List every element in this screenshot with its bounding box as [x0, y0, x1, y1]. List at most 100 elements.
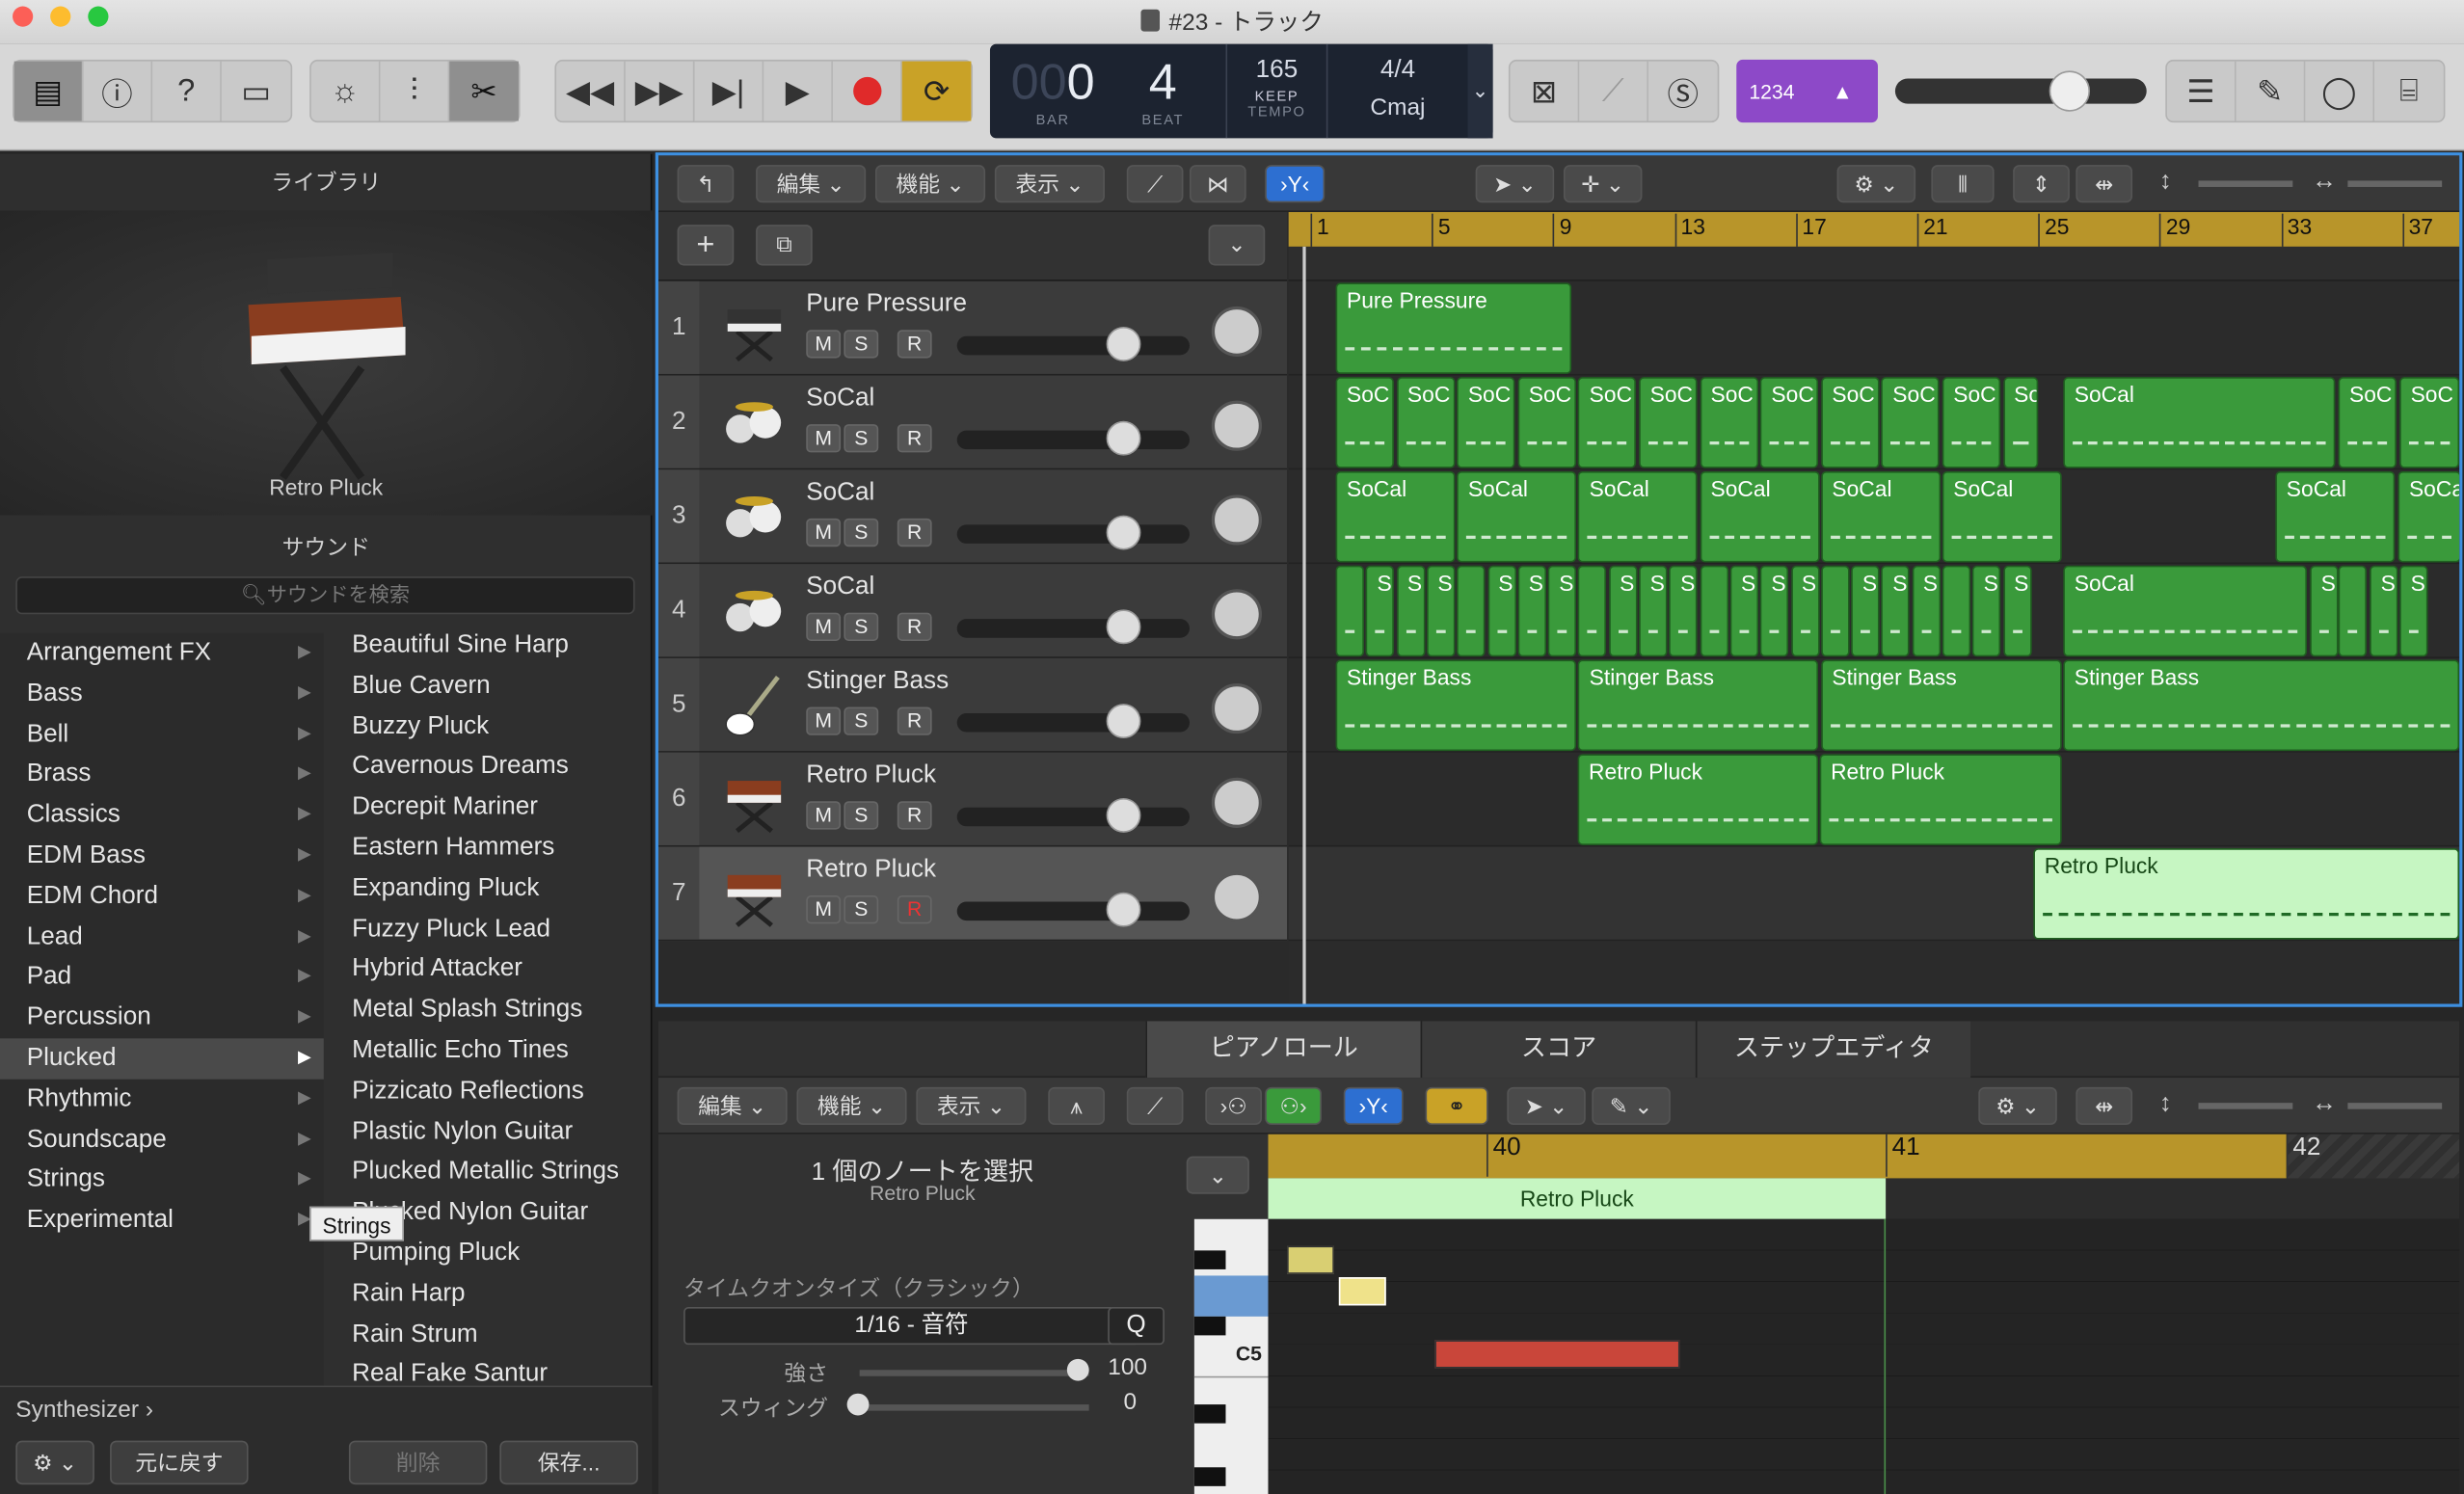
solo-button[interactable]: S — [844, 424, 879, 453]
category-item[interactable]: EDM Bass ▶ — [0, 836, 324, 876]
solo-button[interactable]: S — [844, 801, 879, 830]
record-button[interactable]: R — [897, 612, 932, 641]
region[interactable]: S — [1547, 565, 1577, 657]
editor-pointer-icon[interactable]: ➤ ⌄ — [1507, 1086, 1586, 1125]
category-item[interactable]: Lead ▶ — [0, 917, 324, 957]
region[interactable]: SoCa — [2397, 470, 2460, 563]
category-item[interactable]: Brass ▶ — [0, 755, 324, 795]
region[interactable]: S — [1972, 565, 2001, 657]
category-item[interactable]: Classics ▶ — [0, 795, 324, 836]
replace-icon[interactable]: ⊠ — [1511, 61, 1580, 121]
region[interactable]: S — [1517, 565, 1546, 657]
editor-fit-icon[interactable]: ⇹ — [2076, 1086, 2133, 1125]
patch-item[interactable]: Fuzzy Pluck Lead — [327, 909, 652, 949]
piano-roll-grid[interactable] — [1268, 1218, 2460, 1494]
save-button[interactable]: 保存... — [499, 1440, 638, 1485]
patch-item[interactable]: Cavernous Dreams — [327, 747, 652, 787]
track-name[interactable]: Retro Pluck — [806, 761, 936, 789]
quantize-button[interactable]: Q — [1108, 1307, 1165, 1346]
mute-button[interactable]: M — [806, 895, 842, 924]
region[interactable]: S — [1729, 565, 1758, 657]
volume-fader[interactable] — [956, 901, 1190, 921]
view-menu[interactable]: 表示 ⌄ — [994, 165, 1105, 203]
region[interactable] — [2338, 565, 2367, 657]
metronome-icon[interactable]: ▲ — [1808, 60, 1878, 122]
region[interactable] — [1942, 565, 1971, 657]
patch-item[interactable]: Plucked Metallic Strings — [327, 1152, 652, 1192]
track-filter-icon[interactable]: ⌄ — [1208, 225, 1266, 266]
solo-button[interactable]: S — [844, 330, 879, 359]
region[interactable]: Retro Pluck — [1819, 754, 2062, 845]
patch-item[interactable]: Buzzy Pluck — [327, 707, 652, 747]
delete-button[interactable]: 削除 — [348, 1440, 488, 1485]
category-item[interactable]: Plucked ▶ — [0, 1038, 324, 1080]
track-name[interactable]: Retro Pluck — [806, 856, 936, 884]
playhead[interactable] — [1302, 246, 1306, 1004]
region[interactable] — [1335, 565, 1364, 657]
swing-slider[interactable] — [859, 1404, 1089, 1411]
record-button[interactable]: R — [897, 330, 932, 359]
mute-button[interactable]: M — [806, 424, 842, 453]
midi-out-icon[interactable]: ⚇› — [1265, 1086, 1322, 1125]
fit-horizontal-icon[interactable]: ⇹ — [2076, 165, 2133, 203]
link-icon[interactable]: ⚭ — [1425, 1086, 1488, 1125]
midi-note[interactable] — [1287, 1245, 1334, 1274]
pointer-tool-icon[interactable]: ➤ ⌄ — [1475, 165, 1555, 203]
mute-button[interactable]: M — [806, 330, 842, 359]
region[interactable]: Retro Pluck — [1577, 754, 1819, 845]
category-item[interactable]: Arrangement FX ▶ — [0, 633, 324, 674]
category-item[interactable]: Percussion ▶ — [0, 998, 324, 1038]
region[interactable]: SoCal — [1942, 470, 2062, 563]
region[interactable] — [1700, 565, 1728, 657]
vertical-zoom-slider[interactable] — [2198, 180, 2293, 187]
region[interactable]: S — [1426, 565, 1456, 657]
editor-functions-menu[interactable]: 機能 ⌄ — [796, 1086, 907, 1125]
add-track-icon[interactable]: + — [677, 225, 735, 266]
region[interactable]: SoC — [1881, 377, 1941, 468]
region[interactable]: S — [1881, 565, 1911, 657]
pan-knob[interactable] — [1211, 589, 1262, 640]
region[interactable]: S — [2310, 565, 2339, 657]
region[interactable]: Stinger Bass — [1578, 659, 1819, 752]
region[interactable]: S — [1396, 565, 1425, 657]
region[interactable]: S — [1669, 565, 1698, 657]
patch-item[interactable]: Hybrid Attacker — [327, 949, 652, 990]
region[interactable]: S — [1486, 565, 1516, 657]
record-icon[interactable] — [833, 61, 902, 121]
region[interactable]: SoC — [1457, 377, 1515, 468]
patch-item[interactable]: Plastic Nylon Guitar — [327, 1111, 652, 1152]
editor-ruler[interactable]: 40 41 — [1268, 1134, 2287, 1179]
volume-fader-knob[interactable] — [1106, 609, 1141, 645]
back-icon[interactable]: ↰ — [677, 165, 735, 203]
track-header[interactable]: 6 Retro Pluck M S R — [658, 752, 1288, 847]
region[interactable]: S — [1912, 565, 1941, 657]
category-item[interactable]: Bass ▶ — [0, 674, 324, 714]
track-header[interactable]: 5 Stinger Bass M S R — [658, 657, 1288, 753]
region[interactable]: S — [1760, 565, 1789, 657]
patch-item[interactable]: Real Fake Santur — [327, 1355, 652, 1387]
swing-knob[interactable] — [846, 1393, 870, 1416]
region[interactable]: S — [2002, 565, 2032, 657]
region[interactable] — [1820, 565, 1850, 657]
patch-item[interactable]: Rain Strum — [327, 1314, 652, 1354]
mute-button[interactable]: M — [806, 518, 842, 547]
region[interactable]: SoCal — [1457, 470, 1577, 563]
black-key[interactable] — [1193, 1316, 1226, 1336]
volume-fader-knob[interactable] — [1106, 704, 1141, 739]
patch-item[interactable]: Rain Harp — [327, 1273, 652, 1314]
region[interactable]: Retro Pluck — [2033, 848, 2460, 940]
editor-edit-menu[interactable]: 編集 ⌄ — [677, 1086, 788, 1125]
track-name[interactable]: Pure Pressure — [806, 291, 967, 319]
editor-catch-icon[interactable]: ›Y‹ — [1343, 1086, 1404, 1125]
functions-menu[interactable]: 機能 ⌄ — [874, 165, 986, 203]
solo-button[interactable]: S — [844, 707, 879, 735]
solo-mode-icon[interactable]: Ⓢ — [1648, 62, 1718, 121]
region[interactable]: S — [1366, 565, 1395, 657]
mute-button[interactable]: M — [806, 801, 842, 830]
cycle-icon[interactable]: ⟳ — [901, 61, 972, 121]
region[interactable]: Stinger Bass — [1335, 659, 1576, 752]
region[interactable]: SoCal — [2063, 565, 2307, 657]
pan-knob[interactable] — [1211, 494, 1262, 546]
region[interactable]: Stinger Bass — [1820, 659, 2062, 752]
midi-note-selected[interactable] — [1338, 1277, 1386, 1306]
